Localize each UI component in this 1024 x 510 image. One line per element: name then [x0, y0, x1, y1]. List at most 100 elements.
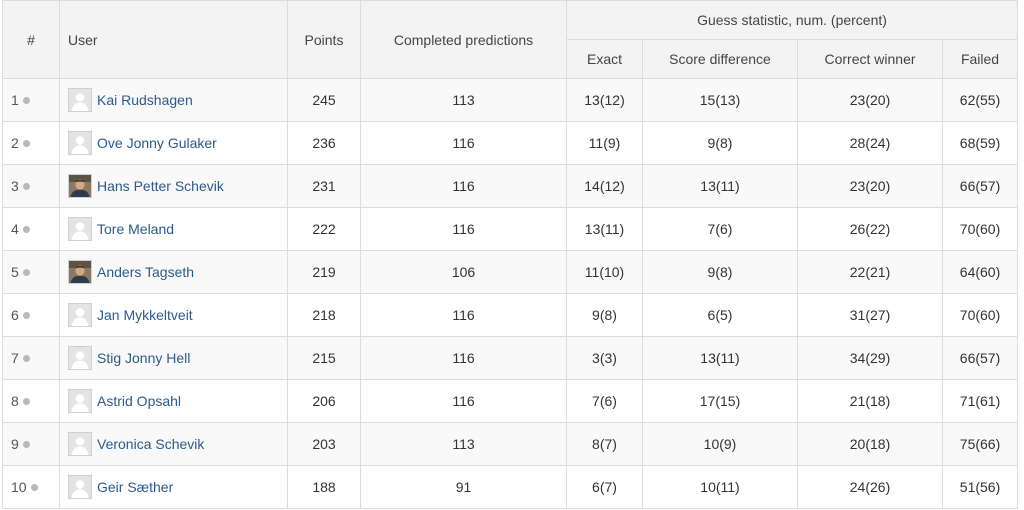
score-difference-cell: 15(13) — [642, 78, 798, 122]
score-difference-cell: 9(8) — [642, 121, 798, 165]
user-link[interactable]: Tore Meland — [97, 221, 174, 237]
table-header: # User Points Completed predictions Gues… — [2, 0, 1019, 79]
user-link[interactable]: Astrid Opsahl — [97, 393, 181, 409]
avatar-photo[interactable] — [68, 260, 92, 284]
user-cell: Anders Tagseth — [59, 250, 288, 294]
leaderboard-table: # User Points Completed predictions Gues… — [2, 0, 1019, 509]
user-link[interactable]: Geir Sæther — [97, 479, 173, 495]
failed-cell: 66(57) — [941, 336, 1019, 380]
status-dot-icon — [22, 441, 30, 448]
completed-predictions-cell: 116 — [360, 164, 567, 208]
rank-cell: 3 — [2, 164, 60, 208]
user-cell: Ove Jonny Gulaker — [59, 121, 288, 165]
failed-cell: 62(55) — [941, 78, 1019, 122]
avatar-placeholder-icon[interactable] — [68, 131, 92, 155]
user-link[interactable]: Ove Jonny Gulaker — [97, 135, 217, 151]
completed-predictions-cell: 116 — [360, 121, 567, 165]
avatar-photo[interactable] — [68, 174, 92, 198]
points-cell: 188 — [287, 465, 361, 509]
table-row: 5 Anders Tagseth 219 106 11(10) 9(8) 22(… — [2, 250, 1019, 294]
status-dot-icon — [22, 312, 30, 319]
table-row: 2 Ove Jonny Gulaker 236 116 11(9) 9(8) 2… — [2, 121, 1019, 165]
rank-number: 1 — [11, 92, 19, 108]
failed-cell: 68(59) — [941, 121, 1019, 165]
rank-cell: 6 — [2, 293, 60, 337]
status-dot-icon — [22, 140, 30, 147]
status-dot-icon — [22, 97, 30, 104]
rank-number: 3 — [11, 178, 19, 194]
user-cell: Geir Sæther — [59, 465, 288, 509]
rank-number: 10 — [11, 479, 27, 495]
header-score-difference[interactable]: Score difference — [642, 39, 798, 79]
rank-number: 7 — [11, 350, 19, 366]
completed-predictions-cell: 91 — [360, 465, 567, 509]
header-correct-winner[interactable]: Correct winner — [797, 39, 943, 79]
user-link[interactable]: Anders Tagseth — [97, 264, 194, 280]
rank-cell: 8 — [2, 379, 60, 423]
completed-predictions-cell: 116 — [360, 379, 567, 423]
rank-cell: 2 — [2, 121, 60, 165]
correct-winner-cell: 28(24) — [797, 121, 943, 165]
rank-cell: 7 — [2, 336, 60, 380]
avatar-placeholder-icon[interactable] — [68, 389, 92, 413]
avatar-placeholder-icon[interactable] — [68, 303, 92, 327]
failed-cell: 70(60) — [941, 207, 1019, 251]
points-cell: 245 — [287, 78, 361, 122]
user-cell: Jan Mykkeltveit — [59, 293, 288, 337]
exact-cell: 13(12) — [566, 78, 643, 122]
user-link[interactable]: Hans Petter Schevik — [97, 178, 224, 194]
score-difference-cell: 9(8) — [642, 250, 798, 294]
header-guess-statistic: Guess statistic, num. (percent) — [565, 0, 1019, 40]
correct-winner-cell: 21(18) — [797, 379, 943, 423]
user-link[interactable]: Stig Jonny Hell — [97, 350, 190, 366]
header-exact[interactable]: Exact — [566, 39, 643, 79]
avatar-placeholder-icon[interactable] — [68, 217, 92, 241]
header-failed[interactable]: Failed — [941, 39, 1019, 79]
completed-predictions-cell: 106 — [360, 250, 567, 294]
table-row: 6 Jan Mykkeltveit 218 116 9(8) 6(5) 31(2… — [2, 293, 1019, 337]
user-cell: Kai Rudshagen — [59, 78, 288, 122]
status-dot-icon — [30, 484, 38, 491]
exact-cell: 11(10) — [566, 250, 643, 294]
correct-winner-cell: 22(21) — [797, 250, 943, 294]
exact-cell: 3(3) — [566, 336, 643, 380]
user-cell: Veronica Schevik — [59, 422, 288, 466]
rank-cell: 9 — [2, 422, 60, 466]
points-cell: 231 — [287, 164, 361, 208]
points-cell: 222 — [287, 207, 361, 251]
failed-cell: 75(66) — [941, 422, 1019, 466]
avatar-placeholder-icon[interactable] — [68, 88, 92, 112]
user-link[interactable]: Veronica Schevik — [97, 436, 204, 452]
exact-cell: 8(7) — [566, 422, 643, 466]
rank-cell: 10 — [2, 465, 60, 509]
completed-predictions-cell: 116 — [360, 207, 567, 251]
header-user[interactable]: User — [59, 0, 288, 79]
table-row: 4 Tore Meland 222 116 13(11) 7(6) 26(22)… — [2, 207, 1019, 251]
correct-winner-cell: 20(18) — [797, 422, 943, 466]
rank-number: 6 — [11, 307, 19, 323]
header-points[interactable]: Points — [287, 0, 361, 79]
completed-predictions-cell: 116 — [360, 293, 567, 337]
exact-cell: 13(11) — [566, 207, 643, 251]
rank-number: 2 — [11, 135, 19, 151]
rank-number: 4 — [11, 221, 19, 237]
header-completed-predictions[interactable]: Completed predictions — [360, 0, 567, 79]
rank-cell: 4 — [2, 207, 60, 251]
status-dot-icon — [22, 183, 30, 190]
score-difference-cell: 13(11) — [642, 336, 798, 380]
exact-cell: 14(12) — [566, 164, 643, 208]
score-difference-cell: 10(9) — [642, 422, 798, 466]
user-link[interactable]: Jan Mykkeltveit — [97, 307, 193, 323]
status-dot-icon — [22, 226, 30, 233]
header-rank[interactable]: # — [2, 0, 60, 79]
failed-cell: 51(56) — [941, 465, 1019, 509]
status-dot-icon — [22, 355, 30, 362]
score-difference-cell: 10(11) — [642, 465, 798, 509]
status-dot-icon — [22, 269, 30, 276]
user-cell: Stig Jonny Hell — [59, 336, 288, 380]
avatar-placeholder-icon[interactable] — [68, 346, 92, 370]
avatar-placeholder-icon[interactable] — [68, 475, 92, 499]
avatar-placeholder-icon[interactable] — [68, 432, 92, 456]
failed-cell: 70(60) — [941, 293, 1019, 337]
user-link[interactable]: Kai Rudshagen — [97, 92, 193, 108]
